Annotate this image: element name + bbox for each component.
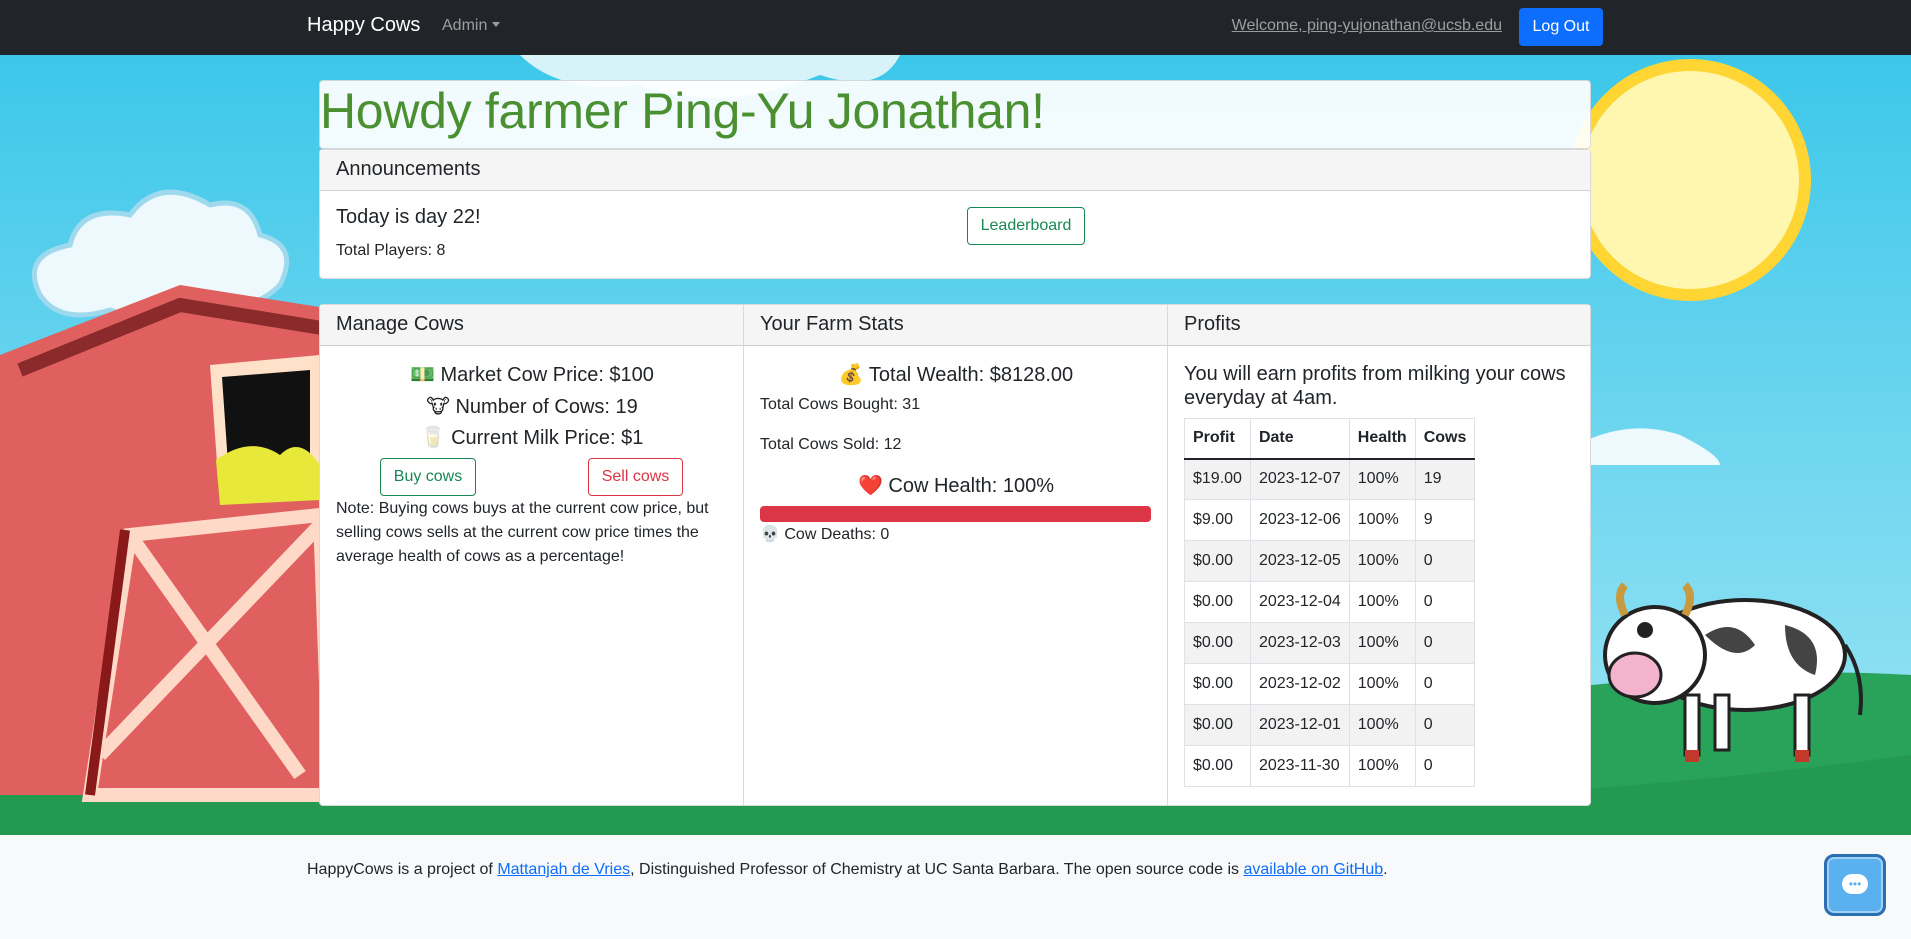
table-cell: 100% [1348,458,1416,500]
cow-health: ❤️ Cow Health: 100% [857,475,1055,497]
chevron-down-icon [492,22,501,27]
navbar: Happy Cows Admin Welcome, ping-yujonatha… [0,0,1911,55]
table-cell: $0.00 [1184,622,1251,664]
number-of-cows: 🐮 Number of Cows: 19 [426,396,638,418]
greeting-panel: Howdy farmer Ping-Yu Jonathan! [319,80,1591,149]
table-cell: 100% [1348,622,1416,664]
milk-price: 🥛 Current Milk Price: $1 [420,427,644,449]
admin-dropdown[interactable]: Admin [442,17,501,35]
table-cell: $19.00 [1184,458,1251,500]
brand-link[interactable]: Happy Cows [307,14,420,37]
table-cell: 0 [1414,622,1476,664]
author-link[interactable]: Mattanjah de Vries [497,861,630,878]
column-header: Cows [1414,418,1476,460]
note-text: Note: Buying cows buys at the current co… [336,500,709,565]
announcements-card: Announcements Today is day 22! Total Pla… [319,149,1591,279]
total-wealth: 💰 Total Wealth: $8128.00 [838,364,1074,386]
table-row: $0.00 2023-12-05 100% 0 [1184,540,1476,582]
table-cell: 0 [1414,663,1476,705]
table-cell: $0.00 [1184,581,1251,623]
farm-stats-card: Your Farm Stats 💰 Total Wealth: $8128.00… [744,305,1168,805]
table-row: $0.00 2023-11-30 100% 0 [1184,745,1476,787]
table-cell: 9 [1414,499,1476,541]
welcome-link[interactable]: Welcome, ping-yujonathan@ucsb.edu [1232,17,1502,35]
health-progress-bar [760,506,1151,522]
logout-button[interactable]: Log Out [1519,8,1603,46]
admin-label: Admin [442,17,488,34]
table-cell: 2023-12-06 [1249,499,1350,541]
buy-cows-button[interactable]: Buy cows [380,458,476,496]
table-cell: $0.00 [1184,745,1251,787]
manage-cows-card: Manage Cows 💵 Market Cow Price: $100 🐮 N… [320,305,744,805]
profits-header-row: Profit Date Health Cows [1184,418,1476,460]
cows-sold: Total Cows Sold: 12 [760,436,902,453]
footer-middle: , Distinguished Professor of Chemistry a… [630,861,1244,878]
table-row: $19.00 2023-12-07 100% 19 [1184,458,1476,500]
table-cell: 2023-12-03 [1249,622,1350,664]
github-link[interactable]: available on GitHub [1243,861,1383,878]
table-cell: 2023-11-30 [1249,745,1350,787]
leaderboard-button[interactable]: Leaderboard [967,207,1085,245]
footer: HappyCows is a project of Mattanjah de V… [0,835,1911,939]
health-progress-fill [760,506,1151,522]
table-cell: $0.00 [1184,663,1251,705]
column-header: Health [1348,418,1416,460]
manage-cows-header: Manage Cows [320,305,743,346]
table-row: $9.00 2023-12-06 100% 9 [1184,499,1476,541]
table-cell: 100% [1348,745,1416,787]
day-text: Today is day 22! [336,206,481,228]
table-cell: 100% [1348,704,1416,746]
column-header: Profit [1184,418,1251,460]
profits-card: Profits You will earn profits from milki… [1168,305,1590,805]
table-row: $0.00 2023-12-02 100% 0 [1184,663,1476,705]
table-cell: 2023-12-05 [1249,540,1350,582]
table-cell: 2023-12-02 [1249,663,1350,705]
table-cell: 0 [1414,704,1476,746]
table-cell: $0.00 [1184,540,1251,582]
table-cell: 2023-12-01 [1249,704,1350,746]
table-cell: 100% [1348,663,1416,705]
footer-text: HappyCows is a project of Mattanjah de V… [307,861,1388,879]
sell-cows-button[interactable]: Sell cows [588,458,683,496]
market-price: 💵 Market Cow Price: $100 [410,364,654,386]
table-cell: 2023-12-07 [1249,458,1350,500]
table-cell: 100% [1348,499,1416,541]
table-row: $0.00 2023-12-04 100% 0 [1184,581,1476,623]
table-cell: 0 [1414,581,1476,623]
table-row: $0.00 2023-12-03 100% 0 [1184,622,1476,664]
chat-button[interactable]: ••• [1824,854,1886,916]
greeting-heading: Howdy farmer Ping-Yu Jonathan! [320,83,1045,139]
players-text: Total Players: 8 [336,242,446,259]
cow-deaths: 💀 Cow Deaths: 0 [760,526,890,543]
footer-prefix: HappyCows is a project of [307,861,498,878]
profits-description: You will earn profits from milking your … [1184,363,1566,409]
chat-icon: ••• [1842,874,1868,894]
table-cell: 19 [1414,458,1476,500]
cows-bought: Total Cows Bought: 31 [760,396,921,413]
profits-table: Profit Date Health Cows $19.00 2023-12-0… [1184,418,1476,787]
column-header: Date [1249,418,1350,460]
announcements-header: Announcements [320,150,1590,191]
footer-suffix: . [1383,861,1388,878]
table-cell: 100% [1348,581,1416,623]
farm-stats-header: Your Farm Stats [744,305,1167,346]
farm-columns: Manage Cows 💵 Market Cow Price: $100 🐮 N… [319,304,1591,806]
table-cell: 0 [1414,540,1476,582]
table-cell: 2023-12-04 [1249,581,1350,623]
table-row: $0.00 2023-12-01 100% 0 [1184,704,1476,746]
table-cell: 100% [1348,540,1416,582]
table-cell: $0.00 [1184,704,1251,746]
table-cell: $9.00 [1184,499,1251,541]
profits-header: Profits [1168,305,1590,346]
table-cell: 0 [1414,745,1476,787]
